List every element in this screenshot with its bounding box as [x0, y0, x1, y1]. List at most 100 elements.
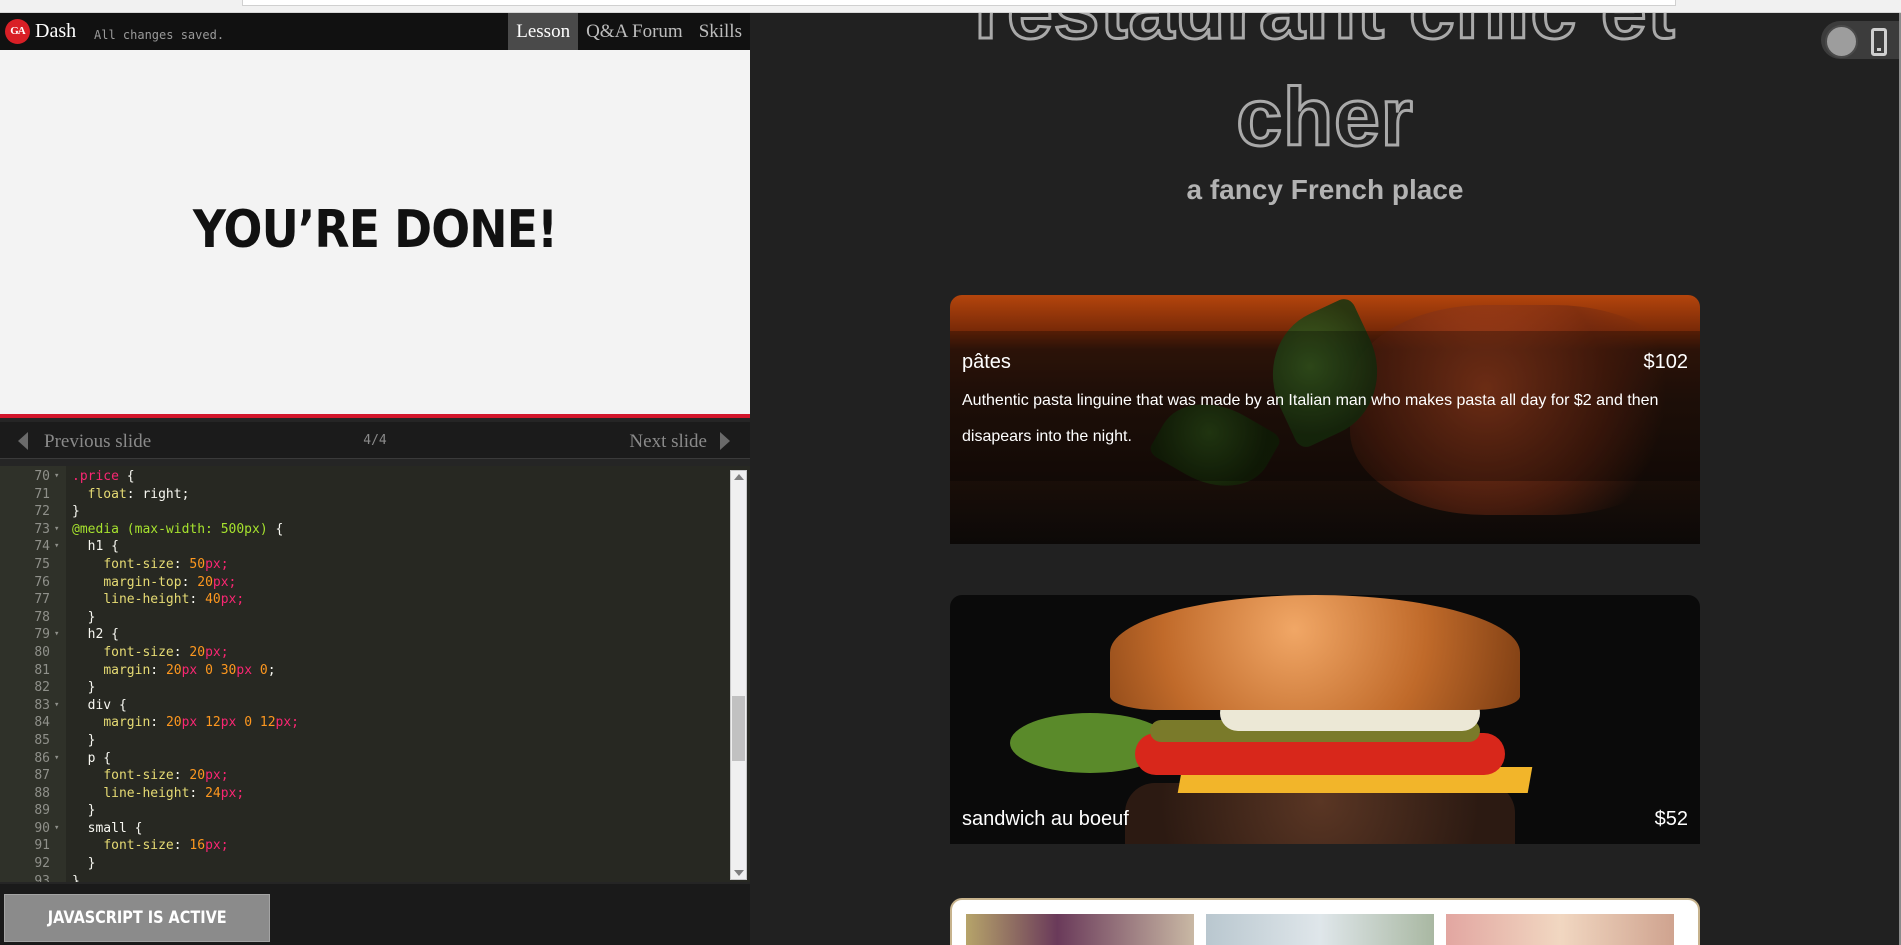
code-line[interactable]: 74 ▾ h1 {: [0, 538, 728, 556]
code-text[interactable]: }: [72, 503, 80, 521]
code-line[interactable]: 73 ▾ @media (max-width: 500px) {: [0, 521, 728, 539]
code-text[interactable]: }: [72, 732, 96, 750]
code-text[interactable]: h2 {: [72, 626, 119, 644]
code-text[interactable]: font-size: 20px;: [72, 767, 228, 785]
code-line[interactable]: 90 ▾ small {: [0, 820, 728, 838]
fold-arrow-icon[interactable]: ▾: [54, 468, 59, 486]
code-token: }: [72, 873, 80, 882]
code-text[interactable]: font-size: 50px;: [72, 556, 228, 574]
brand-name[interactable]: Dash: [35, 20, 76, 43]
menu-item-card: pâtes $102 Authentic pasta linguine that…: [950, 295, 1700, 544]
code-text[interactable]: p {: [72, 750, 112, 768]
next-slide-button[interactable]: Next slide: [629, 431, 707, 453]
fold-arrow-icon[interactable]: ▾: [54, 521, 59, 539]
code-token: px;: [205, 838, 229, 854]
code-text[interactable]: div {: [72, 697, 127, 715]
tab-skills[interactable]: Skills: [691, 13, 750, 50]
code-line[interactable]: 82 }: [0, 679, 728, 697]
code-token: ;: [267, 662, 276, 678]
code-text[interactable]: }: [72, 873, 80, 882]
line-number: 73: [34, 521, 50, 537]
save-status: All changes saved.: [94, 28, 225, 42]
code-text[interactable]: h1 {: [72, 538, 119, 556]
line-number: 79: [34, 627, 50, 643]
code-line[interactable]: 92 }: [0, 855, 728, 873]
code-line[interactable]: 72}: [0, 503, 728, 521]
ga-logo-icon[interactable]: GA: [5, 19, 30, 44]
code-token: px: [220, 715, 245, 731]
code-token: font-size: [103, 838, 174, 854]
editor-scrollbar[interactable]: [730, 470, 747, 880]
code-text[interactable]: float: right;: [72, 486, 190, 504]
javascript-active-button[interactable]: JAVASCRIPT IS ACTIVE: [4, 894, 270, 942]
code-line[interactable]: 87 font-size: 20px;: [0, 767, 728, 785]
toggle-knob[interactable]: [1825, 25, 1858, 58]
fold-arrow-icon[interactable]: ▾: [54, 750, 59, 768]
code-text[interactable]: margin: 20px 12px 0 12px;: [72, 714, 299, 732]
line-number: 76: [34, 574, 50, 590]
code-token: }: [72, 504, 80, 520]
menu-item-price: $102: [1643, 351, 1689, 373]
mobile-phone-icon[interactable]: [1871, 28, 1887, 56]
code-token: }: [72, 680, 96, 696]
code-line[interactable]: 83 ▾ div {: [0, 697, 728, 715]
tab-lesson[interactable]: Lesson: [508, 13, 579, 50]
scroll-up-arrow-icon[interactable]: [734, 474, 744, 480]
view-toggle-icon[interactable]: [1821, 21, 1899, 59]
fold-arrow-icon[interactable]: ▾: [54, 538, 59, 556]
code-text[interactable]: .price {: [72, 468, 135, 486]
code-line[interactable]: 70 ▾ .price {: [0, 468, 728, 486]
javascript-active-label: JAVASCRIPT IS ACTIVE: [47, 908, 227, 928]
line-number: 86: [34, 750, 50, 766]
code-text[interactable]: margin: 20px 0 30px 0;: [72, 662, 276, 680]
code-text[interactable]: font-size: 16px;: [72, 837, 229, 855]
code-line[interactable]: 71 float: right;: [0, 486, 728, 504]
chevron-right-icon[interactable]: [720, 432, 730, 450]
preview-panel[interactable]: restaurant chic et cher a fancy French p…: [750, 13, 1901, 945]
code-line[interactable]: 75 font-size: 50px;: [0, 556, 728, 574]
code-token: px: [181, 662, 206, 678]
code-token: h2 {: [72, 627, 119, 643]
code-text[interactable]: }: [72, 802, 96, 820]
url-box[interactable]: [242, 0, 1676, 6]
code-line[interactable]: 85 }: [0, 732, 728, 750]
tab-qa-forum[interactable]: Q&A Forum: [578, 13, 691, 50]
code-line[interactable]: 84 margin: 20px 12px 0 12px;: [0, 714, 728, 732]
scrollbar-thumb[interactable]: [732, 696, 745, 761]
code-editor[interactable]: 70 ▾ .price {71 float: right; 72} 73 ▾ @media …: [0, 466, 750, 882]
line-number: 82: [34, 680, 50, 696]
code-line[interactable]: 78 }: [0, 609, 728, 627]
code-token: margin-top: [103, 574, 182, 590]
line-number: 87: [34, 768, 50, 784]
scroll-down-arrow-icon[interactable]: [734, 870, 744, 876]
code-token: px;: [205, 644, 229, 660]
code-text[interactable]: font-size: 20px;: [72, 644, 229, 662]
code-line[interactable]: 80 font-size: 20px;: [0, 644, 728, 662]
code-line[interactable]: 76 margin-top: 20px;: [0, 574, 728, 592]
code-text[interactable]: }: [72, 855, 96, 873]
fold-arrow-icon[interactable]: ▾: [54, 697, 59, 715]
code-lines[interactable]: 70 ▾ .price {71 float: right; 72} 73 ▾ @media …: [0, 468, 728, 882]
code-line[interactable]: 86 ▾ p {: [0, 750, 728, 768]
code-text[interactable]: small {: [72, 820, 143, 838]
code-line[interactable]: 77 line-height: 40px;: [0, 591, 728, 609]
line-number: 77: [34, 592, 50, 608]
code-token: 20: [189, 644, 206, 660]
code-line[interactable]: 93}: [0, 873, 728, 882]
code-line[interactable]: 91 font-size: 16px;: [0, 837, 728, 855]
code-line[interactable]: 79 ▾ h2 {: [0, 626, 728, 644]
fold-arrow-icon[interactable]: ▾: [54, 626, 59, 644]
code-text[interactable]: }: [72, 679, 96, 697]
code-text[interactable]: @media (max-width: 500px) {: [72, 521, 283, 539]
code-line[interactable]: 89 }: [0, 802, 728, 820]
code-text[interactable]: }: [72, 609, 96, 627]
code-text[interactable]: line-height: 24px;: [72, 785, 244, 803]
code-text[interactable]: line-height: 40px;: [72, 591, 244, 609]
code-line[interactable]: 88 line-height: 24px;: [0, 785, 728, 803]
fold-arrow-icon[interactable]: ▾: [54, 820, 59, 838]
code-text[interactable]: margin-top: 20px;: [72, 574, 236, 592]
code-line[interactable]: 81 margin: 20px 0 30px 0;: [0, 662, 728, 680]
line-number: 93: [34, 873, 50, 882]
